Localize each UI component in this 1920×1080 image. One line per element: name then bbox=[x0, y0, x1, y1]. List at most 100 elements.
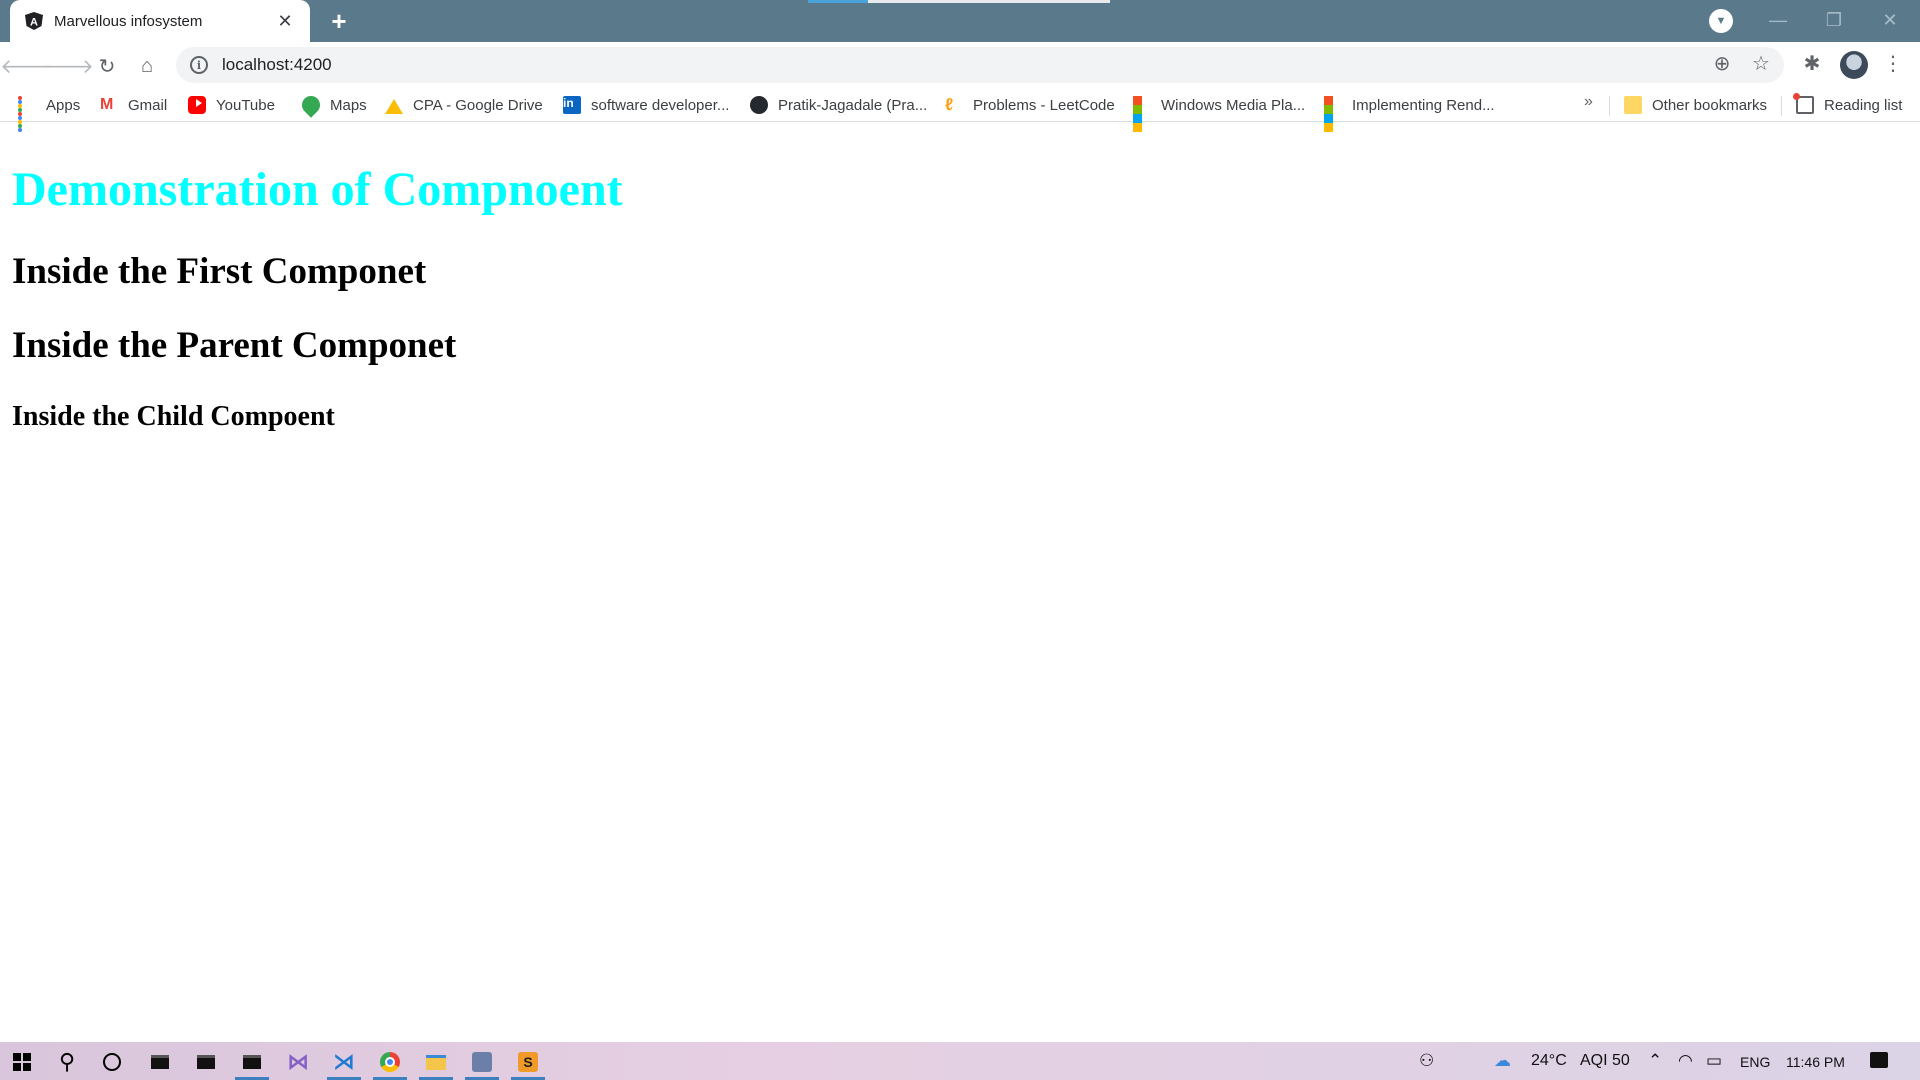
bookmark-label: Maps bbox=[330, 96, 367, 114]
sublime-text-icon bbox=[518, 1052, 538, 1072]
search-icon: ⚲ bbox=[58, 1049, 76, 1074]
bookmarks-overflow-button[interactable]: » bbox=[1584, 93, 1593, 111]
google-drive-icon bbox=[385, 96, 403, 114]
taskbar-vscode[interactable]: ⋊ bbox=[324, 1047, 364, 1080]
bookmark-label: Implementing Rend... bbox=[1352, 96, 1495, 114]
bookmark-github[interactable]: Pratik-Jagadale (Pra... bbox=[750, 93, 927, 117]
cortana-button[interactable] bbox=[92, 1047, 132, 1077]
bookmark-label: Problems - LeetCode bbox=[973, 96, 1115, 114]
bookmark-implementing-rend[interactable]: Implementing Rend... bbox=[1324, 93, 1495, 132]
linkedin-icon: in bbox=[563, 96, 581, 114]
new-tab-button[interactable]: + bbox=[324, 6, 354, 36]
minimize-button[interactable]: — bbox=[1750, 0, 1806, 40]
bookmarks-bar: Apps M Gmail YouTube Maps CPA - Google D… bbox=[0, 88, 1920, 132]
restore-button[interactable]: ❐ bbox=[1806, 0, 1862, 40]
bookmark-linkedin[interactable]: in software developer... bbox=[563, 93, 729, 117]
profile-avatar[interactable] bbox=[1840, 51, 1868, 79]
reading-list-icon bbox=[1793, 93, 1814, 114]
url-text[interactable]: localhost:4200 bbox=[222, 55, 332, 75]
reading-list-label: Reading list bbox=[1824, 96, 1903, 114]
weather-temperature[interactable]: 24°C bbox=[1531, 1052, 1567, 1070]
people-icon[interactable]: ⚇ bbox=[1419, 1051, 1434, 1071]
folder-icon bbox=[1624, 96, 1642, 114]
notification-icon[interactable] bbox=[1870, 1052, 1888, 1068]
taskbar-visual-studio[interactable]: ⋈ bbox=[278, 1047, 318, 1077]
bookmarks-separator bbox=[1609, 96, 1610, 116]
reading-list-button[interactable]: Reading list bbox=[1793, 93, 1903, 117]
taskbar-terminal-2[interactable] bbox=[186, 1047, 226, 1077]
address-bar[interactable]: i localhost:4200 bbox=[176, 47, 1784, 83]
network-app-icon bbox=[472, 1052, 492, 1072]
site-info-icon[interactable]: i bbox=[190, 56, 208, 74]
bookmark-label: Windows Media Pla... bbox=[1161, 96, 1306, 114]
home-button[interactable]: ⌂ bbox=[132, 51, 162, 81]
bookmark-windows-media[interactable]: Windows Media Pla... bbox=[1133, 93, 1306, 132]
taskbar-chrome[interactable] bbox=[370, 1047, 410, 1080]
taskbar-terminal-3[interactable] bbox=[232, 1047, 272, 1080]
browser-menu-icon[interactable]: ⋮ bbox=[1880, 50, 1906, 76]
taskbar-terminal-1[interactable] bbox=[140, 1047, 180, 1077]
parent-component-text: Inside the Parent Componet bbox=[12, 325, 457, 366]
close-window-button[interactable]: ✕ bbox=[1862, 0, 1918, 40]
other-bookmarks-folder[interactable]: Other bookmarks bbox=[1624, 93, 1767, 117]
zoom-icon[interactable]: ⊕ bbox=[1709, 50, 1735, 76]
forward-button[interactable]: 🡒 bbox=[40, 51, 94, 81]
tab-search-button[interactable]: ▼ bbox=[1709, 9, 1733, 33]
bookmark-label: software developer... bbox=[591, 96, 730, 114]
bookmark-google-drive[interactable]: CPA - Google Drive bbox=[385, 93, 543, 117]
bookmark-label: Pratik-Jagadale (Pra... bbox=[778, 96, 928, 114]
github-icon bbox=[750, 96, 768, 114]
terminal-icon bbox=[197, 1055, 215, 1069]
start-button[interactable] bbox=[2, 1047, 42, 1077]
angular-icon: A bbox=[25, 12, 43, 30]
wifi-icon[interactable]: ◠ bbox=[1678, 1051, 1693, 1071]
reload-button[interactable]: ↻ bbox=[92, 51, 122, 81]
chevron-up-icon[interactable]: ⌃ bbox=[1648, 1051, 1662, 1071]
leetcode-icon: ℓ bbox=[945, 95, 954, 114]
cortana-icon bbox=[103, 1053, 121, 1071]
terminal-icon bbox=[243, 1055, 261, 1069]
bookmark-label: Gmail bbox=[128, 96, 168, 114]
svg-text:A: A bbox=[30, 17, 38, 29]
microsoft-icon bbox=[1324, 96, 1342, 132]
clock[interactable]: 11:46 PM bbox=[1786, 1054, 1845, 1070]
extensions-icon[interactable]: ✱ bbox=[1799, 50, 1825, 76]
tab-title: Marvellous infosystem bbox=[54, 12, 203, 30]
bookmark-leetcode[interactable]: ℓ Problems - LeetCode bbox=[945, 93, 1115, 117]
page-load-progress-fill bbox=[808, 0, 869, 3]
bookmark-maps[interactable]: Maps bbox=[298, 92, 367, 118]
bookmark-label: Apps bbox=[46, 96, 81, 114]
apps-grid-icon bbox=[18, 96, 36, 132]
bookmarks-separator bbox=[1781, 96, 1782, 116]
bookmark-apps[interactable]: Apps bbox=[18, 93, 81, 132]
visual-studio-icon: ⋈ bbox=[287, 1049, 309, 1074]
windows-taskbar: ⚲ ⋈ ⋊ ⚇ ☁ 24°C AQI 50 ⌃ ◠ ▭ ENG 11:46 PM bbox=[0, 1042, 1920, 1080]
taskbar-sublime-text[interactable] bbox=[508, 1047, 548, 1080]
browser-tab-strip: A Marvellous infosystem ✕ + ▼ — ❐ ✕ bbox=[0, 0, 1920, 42]
air-quality-index[interactable]: AQI 50 bbox=[1580, 1052, 1630, 1070]
weather-icon[interactable]: ☁ bbox=[1494, 1051, 1511, 1071]
battery-icon[interactable]: ▭ bbox=[1706, 1051, 1722, 1071]
bookmark-youtube[interactable]: YouTube bbox=[188, 93, 275, 117]
page-load-progress bbox=[808, 0, 1110, 3]
chrome-icon bbox=[380, 1052, 400, 1072]
taskbar-file-explorer[interactable] bbox=[416, 1047, 456, 1080]
gmail-icon: M bbox=[100, 96, 114, 113]
child-component-text: Inside the Child Compoent bbox=[12, 401, 335, 432]
bookmark-label: YouTube bbox=[216, 96, 275, 114]
windows-icon bbox=[13, 1053, 31, 1071]
file-explorer-icon bbox=[426, 1054, 446, 1070]
language-indicator[interactable]: ENG bbox=[1740, 1054, 1770, 1070]
browser-toolbar: 🡐 🡒 ↻ ⌂ i localhost:4200 ⊕ ☆ ✱ ⋮ bbox=[0, 42, 1920, 88]
bookmark-gmail[interactable]: M Gmail bbox=[100, 93, 167, 117]
search-button[interactable]: ⚲ bbox=[47, 1047, 87, 1077]
bookmark-label: CPA - Google Drive bbox=[413, 96, 543, 114]
microsoft-icon bbox=[1133, 96, 1151, 132]
back-button[interactable]: 🡐 bbox=[0, 51, 54, 81]
page-heading: Demonstration of Compnoent bbox=[12, 163, 623, 216]
browser-tab[interactable]: A Marvellous infosystem ✕ bbox=[10, 0, 310, 42]
vscode-icon: ⋊ bbox=[333, 1049, 355, 1074]
taskbar-network-app[interactable] bbox=[462, 1047, 502, 1080]
bookmark-star-icon[interactable]: ☆ bbox=[1748, 50, 1774, 76]
close-tab-icon[interactable]: ✕ bbox=[274, 10, 296, 32]
